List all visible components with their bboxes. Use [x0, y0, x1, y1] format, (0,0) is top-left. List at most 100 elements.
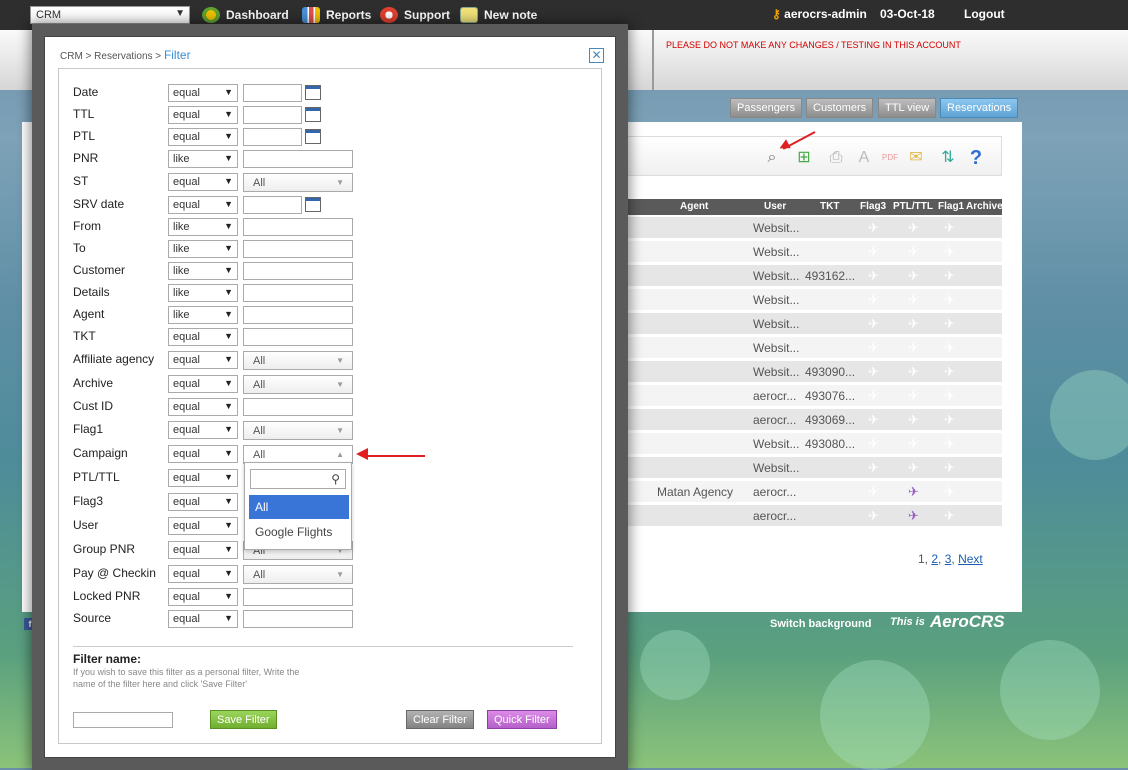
ptl-ttl-plane-icon[interactable]: ✈ [908, 484, 919, 500]
operator-select-ptl-ttl[interactable]: equal ▼ [168, 469, 238, 487]
app-select[interactable]: CRM ▼ [30, 6, 190, 24]
close-icon[interactable]: ✕ [589, 48, 604, 63]
calendar-icon[interactable] [305, 107, 321, 122]
operator-select-srv-date[interactable]: equal ▼ [168, 196, 238, 214]
logout-link[interactable]: Logout [964, 7, 1005, 21]
value-input-agent[interactable] [243, 306, 353, 324]
dropdown-search-input[interactable]: ⚲ [250, 469, 346, 489]
ptl-ttl-plane-icon[interactable]: ✈ [908, 388, 919, 404]
ptl-ttl-plane-icon[interactable]: ✈ [908, 364, 919, 380]
dropdown-option-all[interactable]: All [249, 495, 349, 519]
flag1-plane-icon[interactable]: ✈ [944, 460, 955, 476]
ptl-ttl-plane-icon[interactable]: ✈ [908, 508, 919, 524]
nav-new-note[interactable]: New note [460, 7, 537, 23]
ptl-ttl-plane-icon[interactable]: ✈ [908, 292, 919, 308]
flag1-plane-icon[interactable]: ✈ [944, 412, 955, 428]
value-input-locked-pnr[interactable] [243, 588, 353, 606]
operator-select-pay-checkin[interactable]: equal ▼ [168, 565, 238, 583]
flag3-plane-icon[interactable]: ✈ [868, 244, 879, 260]
ptl-ttl-plane-icon[interactable]: ✈ [908, 340, 919, 356]
switch-background-link[interactable]: Switch background [770, 618, 871, 630]
operator-select-affiliate-agency[interactable]: equal ▼ [168, 351, 238, 369]
table-row[interactable]: m Websit... ✈ ✈ ✈ [616, 457, 1002, 478]
flag3-plane-icon[interactable]: ✈ [868, 340, 879, 356]
operator-select-tkt[interactable]: equal ▼ [168, 328, 238, 346]
user-menu[interactable]: ⚷ aerocrs-admin [772, 7, 867, 21]
ptl-ttl-plane-icon[interactable]: ✈ [908, 268, 919, 284]
table-row[interactable]: Websit... ✈ ✈ ✈ [616, 217, 1002, 238]
value-select-pay-checkin[interactable]: All ▼ [243, 565, 353, 584]
flag1-plane-icon[interactable]: ✈ [944, 340, 955, 356]
filter-search-icon[interactable]: ⌕ [763, 149, 781, 167]
table-row[interactable]: aerocr... ✈ ✈ ✈ [616, 505, 1002, 526]
table-row[interactable]: aerocr... 493069... ✈ ✈ ✈ [616, 409, 1002, 430]
ptl-ttl-plane-icon[interactable]: ✈ [908, 220, 919, 236]
nav-support[interactable]: Support [380, 7, 450, 23]
operator-select-from[interactable]: like ▼ [168, 218, 238, 236]
value-input-details[interactable] [243, 284, 353, 302]
ptl-ttl-plane-icon[interactable]: ✈ [908, 460, 919, 476]
flag3-plane-icon[interactable]: ✈ [868, 460, 879, 476]
value-input-from[interactable] [243, 218, 353, 236]
flag1-plane-icon[interactable]: ✈ [944, 244, 955, 260]
flag3-plane-icon[interactable]: ✈ [868, 220, 879, 236]
value-input-pnr[interactable] [243, 150, 353, 168]
operator-select-flag3[interactable]: equal ▼ [168, 493, 238, 511]
operator-select-agent[interactable]: like ▼ [168, 306, 238, 324]
table-row[interactable]: m Websit... ✈ ✈ ✈ [616, 337, 1002, 358]
flag1-plane-icon[interactable]: ✈ [944, 292, 955, 308]
value-select-archive[interactable]: All ▼ [243, 375, 353, 394]
operator-select-flag1[interactable]: equal ▼ [168, 421, 238, 439]
operator-select-pnr[interactable]: like ▼ [168, 150, 238, 168]
tab-ttl-view[interactable]: TTL view [878, 98, 937, 118]
flag3-plane-icon[interactable]: ✈ [868, 268, 879, 284]
flag1-plane-icon[interactable]: ✈ [944, 388, 955, 404]
next-page-link[interactable]: Next [958, 552, 983, 566]
operator-select-locked-pnr[interactable]: equal ▼ [168, 588, 238, 606]
print-icon[interactable]: ⎙ [827, 149, 845, 167]
flag3-plane-icon[interactable]: ✈ [868, 412, 879, 428]
value-input-to[interactable] [243, 240, 353, 258]
tab-reservations[interactable]: Reservations [940, 98, 1019, 118]
table-row[interactable]: m Websit... ✈ ✈ ✈ [616, 289, 1002, 310]
quick-filter-button[interactable]: Quick Filter [487, 710, 557, 729]
value-input-customer[interactable] [243, 262, 353, 280]
facebook-icon[interactable]: f [24, 618, 36, 630]
font-icon[interactable]: A [855, 149, 873, 167]
flag1-plane-icon[interactable]: ✈ [944, 508, 955, 524]
operator-select-campaign[interactable]: equal ▼ [168, 445, 238, 463]
ptl-ttl-plane-icon[interactable]: ✈ [908, 412, 919, 428]
table-row[interactable]: ... Websit... 493162... ✈ ✈ ✈ [616, 265, 1002, 286]
value-input-tkt[interactable] [243, 328, 353, 346]
page-2-link[interactable]: 2 [931, 552, 938, 566]
flag1-plane-icon[interactable]: ✈ [944, 220, 955, 236]
calendar-icon[interactable] [305, 129, 321, 144]
dropdown-option-google-flights[interactable]: Google Flights [255, 525, 332, 539]
table-row[interactable]: aerocr... 493076... ✈ ✈ ✈ [616, 385, 1002, 406]
nav-reports[interactable]: Reports [302, 7, 371, 23]
pdf-icon[interactable]: PDF [881, 149, 899, 167]
flag3-plane-icon[interactable]: ✈ [868, 388, 879, 404]
table-row[interactable]: Matan Agency aerocr... ✈ ✈ ✈ [616, 481, 1002, 502]
operator-select-details[interactable]: like ▼ [168, 284, 238, 302]
tab-customers[interactable]: Customers [806, 98, 874, 118]
operator-select-ttl[interactable]: equal ▼ [168, 106, 238, 124]
value-select-flag1[interactable]: All ▼ [243, 421, 353, 440]
operator-select-archive[interactable]: equal ▼ [168, 375, 238, 393]
flag1-plane-icon[interactable]: ✈ [944, 364, 955, 380]
filter-name-input[interactable] [73, 712, 173, 728]
value-select-affiliate-agency[interactable]: All ▼ [243, 351, 353, 370]
operator-select-cust-id[interactable]: equal ▼ [168, 398, 238, 416]
ptl-ttl-plane-icon[interactable]: ✈ [908, 436, 919, 452]
table-row[interactable]: n Websit... 493090... ✈ ✈ ✈ [616, 361, 1002, 382]
flag1-plane-icon[interactable]: ✈ [944, 484, 955, 500]
add-document-icon[interactable]: ⊞ [795, 149, 813, 167]
calendar-icon[interactable] [305, 85, 321, 100]
flag1-plane-icon[interactable]: ✈ [944, 268, 955, 284]
operator-select-customer[interactable]: like ▼ [168, 262, 238, 280]
value-input-ptl[interactable] [243, 128, 302, 146]
table-row[interactable]: Websit... ✈ ✈ ✈ [616, 241, 1002, 262]
table-row[interactable]: m Websit... ✈ ✈ ✈ [616, 313, 1002, 334]
operator-select-to[interactable]: like ▼ [168, 240, 238, 258]
flag1-plane-icon[interactable]: ✈ [944, 316, 955, 332]
